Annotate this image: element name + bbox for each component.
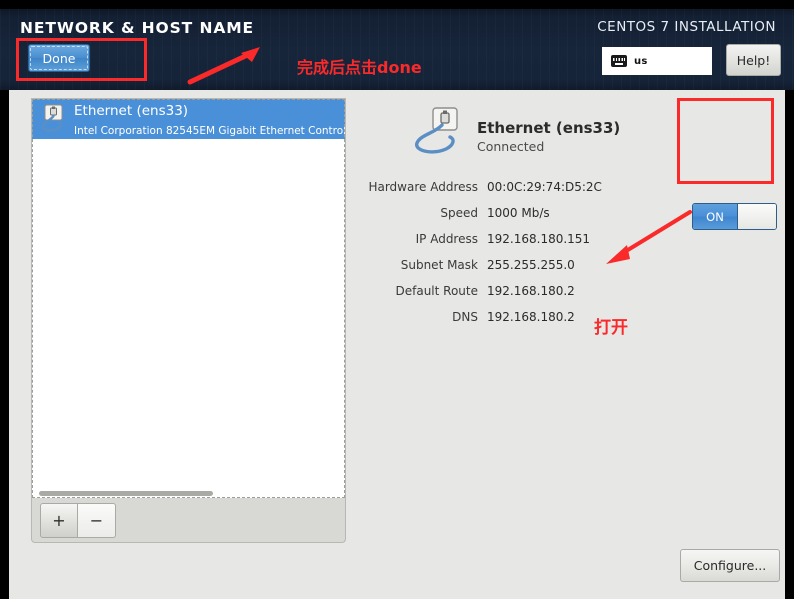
installation-label: CENTOS 7 INSTALLATION — [597, 19, 776, 35]
done-button-label: Done — [42, 50, 76, 66]
list-horizontal-scrollbar[interactable] — [33, 489, 344, 497]
detail-row-speed: Speed 1000 Mb/s — [359, 200, 659, 226]
detail-key: Subnet Mask — [400, 258, 478, 272]
add-device-label: + — [52, 511, 66, 530]
detail-rows: Hardware Address 00:0C:29:74:D5:2C Speed… — [359, 174, 659, 330]
detail-value: 00:0C:29:74:D5:2C — [487, 180, 602, 194]
detail-row-dns: DNS 192.168.180.2 — [359, 304, 659, 330]
configure-button-label: Configure... — [693, 558, 767, 573]
installer-window: NETWORK & HOST NAME Done CENTOS 7 INSTAL… — [0, 0, 794, 599]
detail-value: 192.168.180.2 — [487, 284, 575, 298]
detail-key: IP Address — [415, 232, 478, 246]
toggle-on-label: ON — [693, 204, 737, 229]
toggle-knob[interactable] — [737, 204, 776, 229]
keyboard-icon — [611, 55, 627, 67]
detail-key: Speed — [440, 206, 478, 220]
header-bar: NETWORK & HOST NAME Done CENTOS 7 INSTAL… — [0, 0, 794, 90]
list-item-title: Ethernet (ens33) — [74, 103, 189, 119]
ethernet-icon — [40, 104, 68, 134]
main-content: Ethernet (ens33) Intel Corporation 82545… — [9, 90, 785, 599]
detail-key: Hardware Address — [368, 180, 478, 194]
detail-key: Default Route — [395, 284, 479, 298]
configure-button[interactable]: Configure... — [680, 549, 780, 582]
remove-device-label: − — [89, 511, 104, 530]
page-title: NETWORK & HOST NAME — [20, 19, 255, 37]
network-enable-toggle[interactable]: ON — [692, 203, 777, 230]
network-device-list[interactable]: Ethernet (ens33) Intel Corporation 82545… — [31, 98, 346, 498]
detail-value: 255.255.255.0 — [487, 258, 575, 272]
help-button-label: Help! — [736, 52, 771, 68]
done-button[interactable]: Done — [28, 44, 90, 72]
keyboard-layout-indicator[interactable]: us — [602, 47, 712, 75]
add-device-button[interactable]: + — [40, 503, 78, 538]
remove-device-button[interactable]: − — [78, 503, 116, 538]
keyboard-layout-label: us — [634, 55, 648, 67]
device-list-toolbar: + − — [31, 498, 346, 543]
detail-value: 1000 Mb/s — [487, 206, 550, 220]
detail-row-hardware-address: Hardware Address 00:0C:29:74:D5:2C — [359, 174, 659, 200]
detail-row-subnet-mask: Subnet Mask 255.255.255.0 — [359, 252, 659, 278]
detail-device-status: Connected — [477, 139, 545, 154]
detail-value: 192.168.180.151 — [487, 232, 591, 246]
detail-value: 192.168.180.2 — [487, 310, 575, 324]
detail-row-ip-address: IP Address 192.168.180.151 — [359, 226, 659, 252]
detail-key: DNS — [452, 310, 478, 324]
list-focus-outline — [32, 99, 345, 498]
detail-device-name: Ethernet (ens33) — [477, 119, 621, 137]
list-item-description: Intel Corporation 82545EM Gigabit Ethern… — [74, 125, 345, 137]
annotation-box-toggle — [677, 98, 774, 184]
ethernet-icon — [413, 106, 469, 158]
scrollbar-thumb[interactable] — [39, 491, 213, 496]
list-item[interactable]: Ethernet (ens33) Intel Corporation 82545… — [32, 99, 345, 139]
detail-row-default-route: Default Route 192.168.180.2 — [359, 278, 659, 304]
help-button[interactable]: Help! — [726, 44, 781, 76]
